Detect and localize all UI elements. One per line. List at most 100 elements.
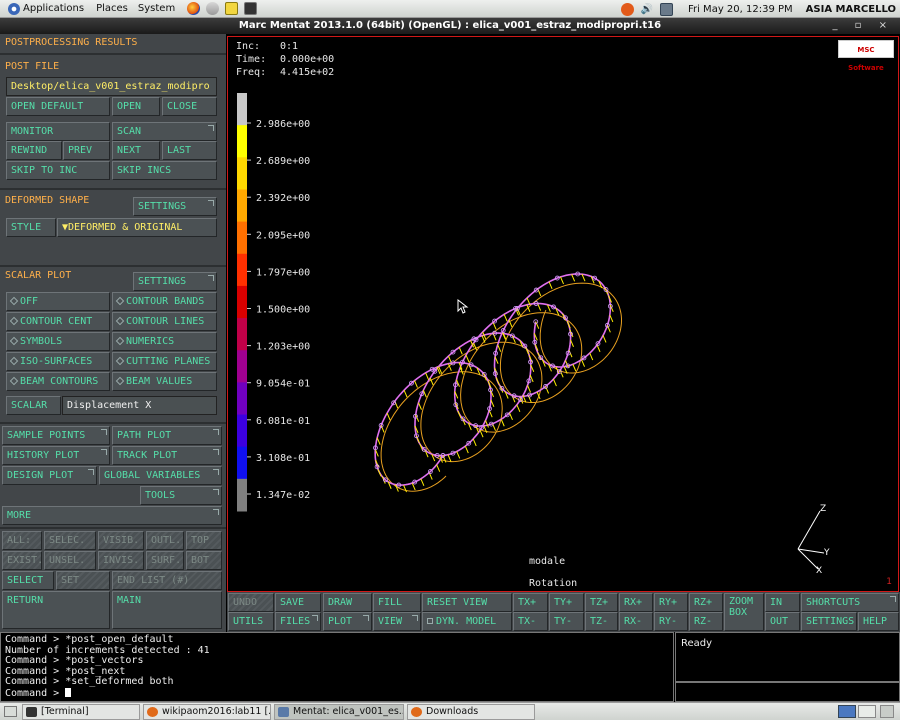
plot-button[interactable]: PLOT bbox=[323, 612, 372, 631]
window-controls[interactable]: _ ▫ × bbox=[832, 18, 894, 34]
all-unselected-button[interactable]: UNSEL. bbox=[44, 551, 96, 570]
all-existing-button[interactable]: EXIST. bbox=[2, 551, 42, 570]
scalar-settings-button[interactable]: SETTINGS bbox=[133, 272, 217, 291]
open-default-button[interactable]: OPEN DEFAULT bbox=[6, 97, 110, 116]
monitor-button[interactable]: MONITOR bbox=[6, 122, 110, 141]
update-notifier-icon[interactable] bbox=[620, 2, 634, 16]
ty-minus-button[interactable]: TY- bbox=[549, 612, 584, 631]
workspace-2-icon[interactable] bbox=[858, 705, 876, 718]
cutting-planes-radio[interactable]: CUTTING PLANES bbox=[112, 352, 217, 371]
help-button[interactable]: HELP bbox=[858, 612, 899, 631]
rx-minus-button[interactable]: RX- bbox=[619, 612, 653, 631]
zoom-in-button[interactable]: IN bbox=[765, 593, 800, 612]
beam-contours-radio[interactable]: BEAM CONTOURS bbox=[6, 372, 110, 391]
all-outline-button[interactable]: OUTL. bbox=[146, 531, 184, 550]
tx-plus-button[interactable]: TX+ bbox=[513, 593, 548, 612]
scalar-button[interactable]: SCALAR bbox=[6, 396, 61, 415]
ry-plus-button[interactable]: RY+ bbox=[654, 593, 688, 612]
view-button[interactable]: VIEW bbox=[373, 612, 421, 631]
task-downloads[interactable]: Downloads bbox=[407, 704, 535, 720]
window-titlebar[interactable]: Marc Mentat 2013.1.0 (64bit) (OpenGL) : … bbox=[0, 18, 900, 34]
history-plot-button[interactable]: HISTORY PLOT bbox=[2, 446, 110, 465]
style-dropdown[interactable]: ▼DEFORMED & ORIGINAL bbox=[57, 218, 217, 237]
task-browser[interactable]: wikipaom2016:lab11 [... bbox=[143, 704, 271, 720]
rz-plus-button[interactable]: RZ+ bbox=[689, 593, 723, 612]
scalar-value-field[interactable]: Displacement X bbox=[62, 396, 217, 415]
save-button[interactable]: SAVE bbox=[275, 593, 321, 612]
tz-plus-button[interactable]: TZ+ bbox=[585, 593, 618, 612]
all-bottom-button[interactable]: BOT bbox=[186, 551, 222, 570]
global-variables-button[interactable]: GLOBAL VARIABLES bbox=[99, 466, 222, 485]
draw-button[interactable]: DRAW bbox=[323, 593, 372, 612]
task-mentat[interactable]: Mentat: elica_v001_es... bbox=[274, 704, 404, 720]
skip-to-inc-button[interactable]: SKIP TO INC bbox=[6, 161, 110, 180]
skip-incs-button[interactable]: SKIP INCS bbox=[112, 161, 217, 180]
contour-cent-radio[interactable]: CONTOUR CENT bbox=[6, 312, 110, 331]
firefox-launcher-icon[interactable] bbox=[187, 2, 201, 15]
deformed-settings-button[interactable]: SETTINGS bbox=[133, 197, 217, 216]
all-button[interactable]: ALL: bbox=[2, 531, 42, 550]
end-list-button[interactable]: END LIST (#) bbox=[112, 571, 222, 590]
workspace-1-icon[interactable] bbox=[838, 705, 856, 718]
shortcuts-button[interactable]: SHORTCUTS bbox=[801, 593, 899, 612]
post-file-path-field[interactable]: Desktop/elica_v001_estraz_modipro bbox=[6, 77, 217, 96]
email-launcher-icon[interactable] bbox=[206, 2, 220, 15]
return-button[interactable]: RETURN bbox=[2, 591, 110, 629]
symbols-radio[interactable]: SYMBOLS bbox=[6, 332, 110, 351]
prev-button[interactable]: PREV bbox=[63, 141, 110, 160]
trash-icon[interactable] bbox=[880, 705, 894, 718]
ty-plus-button[interactable]: TY+ bbox=[549, 593, 584, 612]
rewind-button[interactable]: REWIND bbox=[6, 141, 62, 160]
sample-points-button[interactable]: SAMPLE POINTS bbox=[2, 426, 110, 445]
utils-button[interactable]: UTILS bbox=[228, 612, 274, 631]
zoom-box-button[interactable]: ZOOM BOX bbox=[724, 593, 764, 631]
tx-minus-button[interactable]: TX- bbox=[513, 612, 548, 631]
set-button[interactable]: SET bbox=[56, 571, 110, 590]
all-selected-button[interactable]: SELEC. bbox=[44, 531, 96, 550]
fill-button[interactable]: FILL bbox=[373, 593, 421, 612]
show-desktop-icon[interactable] bbox=[4, 706, 17, 717]
off-radio[interactable]: OFF bbox=[6, 292, 110, 311]
applications-menu[interactable]: Applications bbox=[8, 2, 84, 15]
places-menu[interactable]: Places bbox=[96, 3, 128, 14]
undo-button[interactable]: UNDO bbox=[228, 593, 274, 612]
contour-bands-radio[interactable]: CONTOUR BANDS bbox=[112, 292, 217, 311]
zoom-out-button[interactable]: OUT bbox=[765, 612, 800, 631]
contour-lines-radio[interactable]: CONTOUR LINES bbox=[112, 312, 217, 331]
ry-minus-button[interactable]: RY- bbox=[654, 612, 688, 631]
all-surface-button[interactable]: SURF. bbox=[146, 551, 184, 570]
command-console[interactable]: Command > *post_open_default Number of i… bbox=[0, 632, 674, 702]
scan-button[interactable]: SCAN bbox=[112, 122, 217, 141]
tz-minus-button[interactable]: TZ- bbox=[585, 612, 618, 631]
task-terminal[interactable]: [Terminal] bbox=[22, 704, 140, 720]
user-menu[interactable]: ASIA MARCELLO bbox=[806, 4, 896, 15]
tools-button[interactable]: TOOLS bbox=[140, 486, 222, 505]
beam-values-radio[interactable]: BEAM VALUES bbox=[112, 372, 217, 391]
main-button[interactable]: MAIN bbox=[112, 591, 222, 629]
toolbar-settings-button[interactable]: SETTINGS bbox=[801, 612, 857, 631]
numerics-radio[interactable]: NUMERICS bbox=[112, 332, 217, 351]
track-plot-button[interactable]: TRACK PLOT bbox=[112, 446, 222, 465]
path-plot-button[interactable]: PATH PLOT bbox=[112, 426, 222, 445]
rz-minus-button[interactable]: RZ- bbox=[689, 612, 723, 631]
all-invisible-button[interactable]: INVIS. bbox=[98, 551, 144, 570]
more-button[interactable]: MORE bbox=[2, 506, 222, 525]
dyn-model-toggle[interactable]: DYN. MODEL bbox=[422, 612, 512, 631]
reset-view-button[interactable]: RESET VIEW bbox=[422, 593, 512, 612]
all-top-button[interactable]: TOP bbox=[186, 531, 222, 550]
system-menu[interactable]: System bbox=[138, 3, 175, 14]
select-button[interactable]: SELECT bbox=[2, 571, 54, 590]
files-button[interactable]: FILES bbox=[275, 612, 321, 631]
style-button[interactable]: STYLE bbox=[6, 218, 56, 237]
volume-icon[interactable]: 🔊 bbox=[641, 4, 653, 15]
terminal-launcher-icon[interactable] bbox=[244, 2, 258, 15]
command-input-line[interactable]: Command > bbox=[5, 687, 669, 700]
close-button[interactable]: CLOSE bbox=[162, 97, 217, 116]
notes-launcher-icon[interactable] bbox=[225, 2, 239, 15]
next-button[interactable]: NEXT bbox=[112, 141, 160, 160]
clock[interactable]: Fri May 20, 12:39 PM bbox=[688, 4, 793, 15]
iso-surfaces-radio[interactable]: ISO-SURFACES bbox=[6, 352, 110, 371]
open-button[interactable]: OPEN bbox=[112, 97, 160, 116]
network-icon[interactable] bbox=[659, 2, 673, 16]
all-visible-button[interactable]: VISIB. bbox=[98, 531, 144, 550]
